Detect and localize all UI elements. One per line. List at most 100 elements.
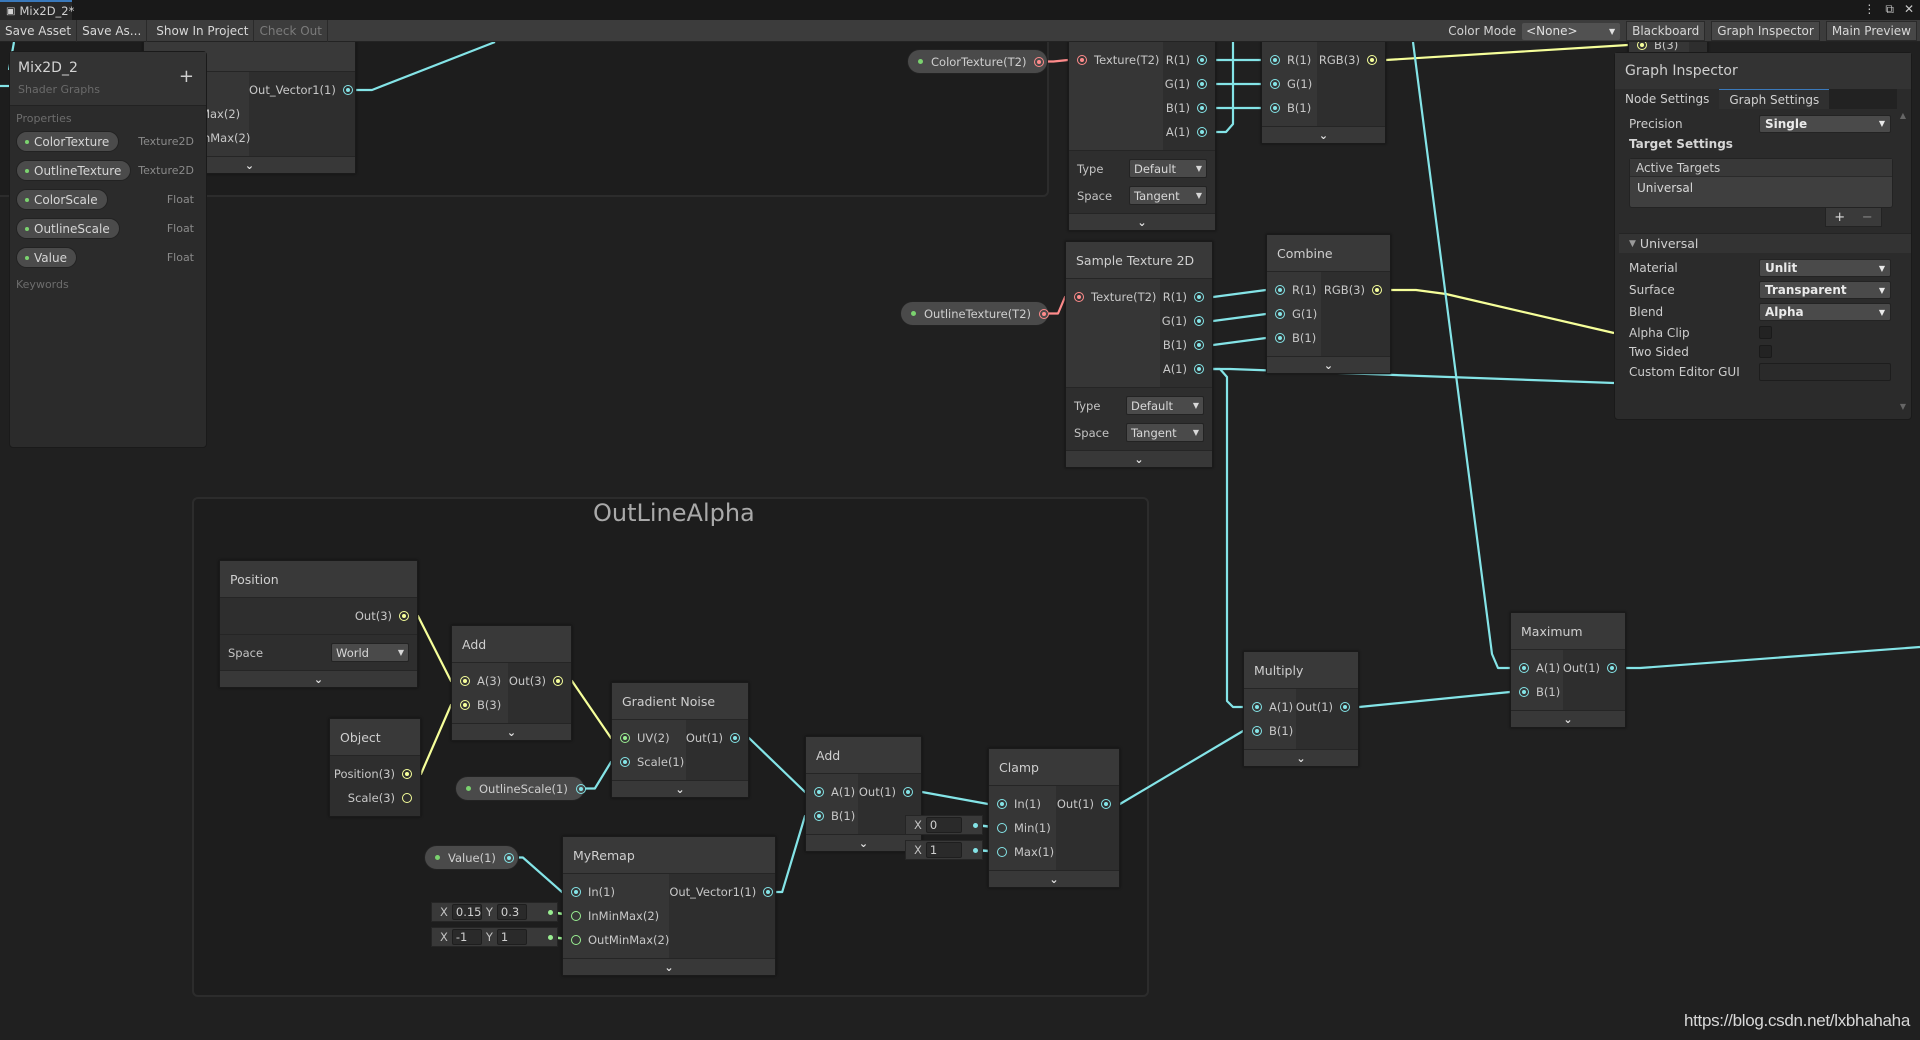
port-float-icon[interactable] [342, 85, 353, 95]
input-port[interactable]: R(1) [1262, 48, 1317, 72]
port-float-icon[interactable] [1270, 103, 1280, 113]
value-input[interactable]: 0 [925, 817, 962, 833]
option-dropdown[interactable]: Default ▼ [1129, 159, 1207, 178]
port-float-icon[interactable] [763, 887, 774, 897]
input-port[interactable]: B(1) [1244, 719, 1296, 743]
expand-node-button[interactable]: ⌄ [563, 958, 775, 975]
expand-node-button[interactable]: ⌄ [1262, 126, 1385, 143]
wire-float[interactable] [1345, 690, 1524, 709]
port-float-icon[interactable] [903, 787, 913, 797]
output-port[interactable]: Out(1) [686, 726, 748, 750]
tab-graph-settings[interactable]: Graph Settings [1719, 89, 1830, 109]
port-float-icon[interactable] [1275, 285, 1285, 295]
input-port[interactable]: Scale(1) [612, 750, 686, 774]
output-port[interactable]: RGB(3) [1317, 48, 1385, 72]
value-input[interactable]: 1 [925, 842, 962, 858]
port-float-icon[interactable] [1275, 333, 1285, 343]
input-port[interactable]: In(1) [563, 880, 669, 904]
save-asset-button[interactable]: Save Asset [0, 19, 78, 42]
surface-dropdown[interactable]: Transparent ▼ [1759, 281, 1891, 299]
scroll-down-icon[interactable]: ▼ [1900, 402, 1906, 411]
port-float-icon[interactable] [1194, 364, 1204, 374]
expand-node-button[interactable]: ⌄ [1511, 710, 1625, 727]
add-property-icon[interactable]: + [179, 66, 194, 87]
wire-vector3[interactable] [1377, 288, 1615, 335]
universal-foldout[interactable]: ▼ Universal [1619, 233, 1911, 253]
value-input[interactable]: 1 [496, 929, 527, 945]
port-float-icon[interactable] [1519, 663, 1529, 673]
input-port[interactable]: A(3) [452, 669, 508, 693]
port-vector3-icon[interactable] [1372, 285, 1382, 295]
node-c2[interactable]: Combine R(1) G(1) B(1) RGB(3) ⌄ [1266, 234, 1391, 374]
port-float-icon[interactable] [1270, 79, 1280, 89]
output-port[interactable]: R(1) [1160, 285, 1212, 309]
output-port[interactable]: G(1) [1160, 309, 1212, 333]
add-target-icon[interactable]: + [1834, 210, 1845, 225]
port-float-icon[interactable] [503, 852, 514, 863]
port-float-icon[interactable] [1340, 702, 1350, 712]
color-mode-dropdown[interactable]: <None> ▼ [1522, 22, 1621, 40]
port-float-icon[interactable] [1519, 687, 1529, 697]
blackboard-property-row[interactable]: Value Float [10, 243, 206, 272]
port-float-icon[interactable] [997, 799, 1007, 809]
blackboard-property-row[interactable]: ColorScale Float [10, 185, 206, 214]
output-port[interactable]: Out(3) [508, 669, 571, 693]
port-vector3-icon[interactable] [460, 676, 470, 686]
port-float-icon[interactable] [997, 823, 1007, 833]
precision-dropdown[interactable]: Single ▼ [1759, 114, 1891, 133]
property-pill[interactable]: ColorScale [16, 189, 108, 210]
port-float-icon[interactable] [571, 887, 581, 897]
input-port[interactable]: B(1) [1262, 96, 1317, 120]
port-vector3-icon[interactable] [402, 793, 412, 803]
port-float-icon[interactable] [1252, 726, 1262, 736]
remove-target-icon[interactable]: − [1862, 210, 1873, 225]
expand-node-button[interactable]: ⌄ [1069, 213, 1215, 230]
node-gn[interactable]: Gradient Noise UV(2) Scale(1) Out(1) ⌄ [611, 682, 749, 798]
value-input[interactable]: -1 [451, 929, 482, 945]
input-port[interactable]: Min(1) [989, 816, 1056, 840]
port-float-icon[interactable] [1270, 55, 1280, 65]
value-input[interactable]: 0.15 [451, 904, 482, 920]
input-port[interactable]: Texture(T2) [1066, 285, 1160, 309]
output-port[interactable]: B(1) [1163, 96, 1215, 120]
input-port[interactable]: In(1) [989, 792, 1056, 816]
input-port[interactable]: B(1) [1267, 326, 1321, 350]
output-port[interactable]: Position(3) [330, 762, 420, 786]
expand-node-button[interactable]: ⌄ [1244, 749, 1358, 766]
wire-float[interactable] [1411, 41, 1524, 670]
port-float-icon[interactable] [1194, 316, 1204, 326]
port-float-icon[interactable] [814, 787, 824, 797]
blackboard-property-row[interactable]: ColorTexture Texture2D [10, 127, 206, 156]
output-port[interactable]: Out(1) [858, 780, 921, 804]
property-node-p_value[interactable]: Value(1) [424, 845, 519, 870]
output-port[interactable]: A(1) [1160, 357, 1212, 381]
output-port[interactable]: B(1) [1160, 333, 1212, 357]
option-dropdown[interactable]: Tangent ▼ [1126, 423, 1204, 442]
input-port[interactable]: B(3) [452, 693, 508, 717]
wire-vector3[interactable] [1372, 43, 1642, 62]
check-out-button[interactable]: Check Out [254, 19, 328, 42]
port-texture2d-icon[interactable] [1034, 56, 1045, 67]
graph-inspector-toggle-button[interactable]: Graph Inspector [1711, 21, 1820, 41]
blackboard-property-row[interactable]: OutlineScale Float [10, 214, 206, 243]
property-node-p_outline[interactable]: OutlineTexture(T2) [900, 301, 1050, 326]
blend-dropdown[interactable]: Alpha ▼ [1759, 303, 1891, 321]
document-tab[interactable]: ▣ Mix2D_2* [0, 0, 74, 20]
port-float-icon[interactable] [575, 783, 586, 794]
port-vector3-icon[interactable] [399, 611, 409, 621]
output-port[interactable]: Out(1) [1056, 792, 1119, 816]
input-port[interactable]: Texture(T2) [1069, 48, 1163, 72]
port-float-icon[interactable] [1197, 127, 1207, 137]
node-multiply[interactable]: Multiply A(1) B(1) Out(1) ⌄ [1243, 651, 1359, 767]
port-float-icon[interactable] [1275, 309, 1285, 319]
tab-node-settings[interactable]: Node Settings [1615, 89, 1720, 109]
input-port[interactable]: R(1) [1267, 278, 1321, 302]
port-vector3-icon[interactable] [460, 700, 470, 710]
node-c1[interactable]: R(1) G(1) B(1) RGB(3) ⌄ [1261, 41, 1386, 144]
wire-float[interactable] [1199, 367, 1615, 385]
port-float-icon[interactable] [620, 757, 630, 767]
port-vector2-icon[interactable] [620, 733, 630, 743]
port-float-icon[interactable] [997, 847, 1007, 857]
port-float-icon[interactable] [1194, 292, 1204, 302]
port-float-icon[interactable] [1607, 663, 1617, 673]
